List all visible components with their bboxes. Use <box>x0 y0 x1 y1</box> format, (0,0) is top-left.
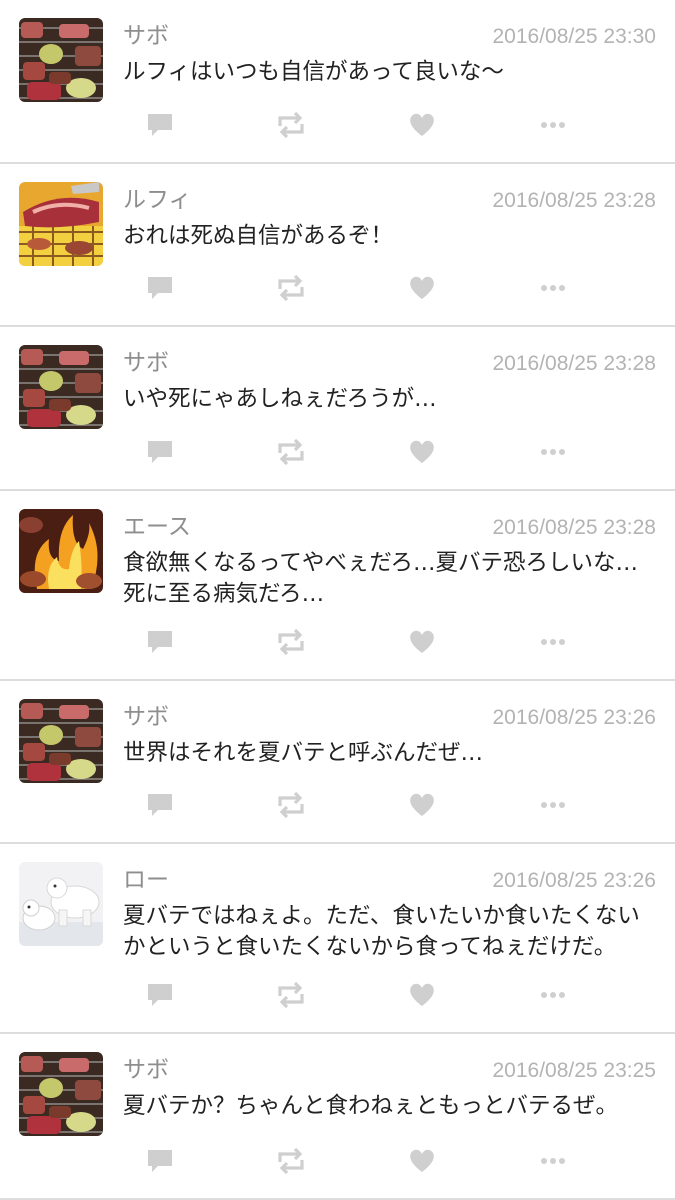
more-button[interactable] <box>533 110 573 140</box>
retweet-button[interactable] <box>271 1146 311 1176</box>
reply-button[interactable] <box>140 437 180 467</box>
avatar[interactable] <box>19 1052 103 1136</box>
tweet[interactable]: サボ 2016/08/25 23:25 夏バテか？ちゃんと食わねぇともっとバテる… <box>0 1034 675 1200</box>
retweet-icon <box>276 1148 306 1174</box>
user-name[interactable]: ロー <box>123 865 169 895</box>
retweet-button[interactable] <box>271 627 311 657</box>
like-button[interactable] <box>402 273 442 303</box>
retweet-icon <box>276 439 306 465</box>
reply-icon <box>146 792 174 818</box>
tweet-text: いや死にゃあしねぇだろうが… <box>123 386 437 412</box>
more-icon <box>540 638 566 646</box>
tweet-text: 世界はそれを夏バテと呼ぶんだぜ… <box>123 740 484 766</box>
tweet-text: 夏バテではねぇよ。ただ、食いたいか食いたくないかというと食いたくないから食ってね… <box>123 903 640 960</box>
more-icon <box>540 121 566 129</box>
action-bar <box>0 437 675 467</box>
user-name[interactable]: サボ <box>123 702 169 732</box>
more-button[interactable] <box>533 437 573 467</box>
reply-button[interactable] <box>140 273 180 303</box>
like-button[interactable] <box>402 790 442 820</box>
heart-icon <box>408 112 436 138</box>
reply-button[interactable] <box>140 110 180 140</box>
tweet[interactable]: ルフィ 2016/08/25 23:28 おれは死ぬ自信があるぞ！ <box>0 164 675 327</box>
timestamp: 2016/08/25 23:26 <box>492 706 657 729</box>
retweet-icon <box>276 112 306 138</box>
retweet-button[interactable] <box>271 437 311 467</box>
more-button[interactable] <box>533 627 573 657</box>
retweet-icon <box>276 629 306 655</box>
reply-button[interactable] <box>140 980 180 1010</box>
more-icon <box>540 991 566 999</box>
action-bar <box>0 110 675 140</box>
tweet-text: ルフィはいつも自信があって良いな〜 <box>123 59 504 85</box>
like-button[interactable] <box>402 627 442 657</box>
reply-icon <box>146 629 174 655</box>
avatar[interactable] <box>19 182 103 266</box>
tweet[interactable]: ロー 2016/08/25 23:26 夏バテではねぇよ。ただ、食いたいか食いた… <box>0 844 675 1034</box>
avatar[interactable] <box>19 345 103 429</box>
reply-button[interactable] <box>140 627 180 657</box>
more-button[interactable] <box>533 1146 573 1176</box>
action-bar <box>0 273 675 303</box>
retweet-button[interactable] <box>271 110 311 140</box>
heart-icon <box>408 275 436 301</box>
more-button[interactable] <box>533 790 573 820</box>
retweet-button[interactable] <box>271 980 311 1010</box>
like-button[interactable] <box>402 980 442 1010</box>
heart-icon <box>408 629 436 655</box>
like-button[interactable] <box>402 437 442 467</box>
avatar[interactable] <box>19 699 103 783</box>
action-bar <box>0 980 675 1010</box>
reply-button[interactable] <box>140 790 180 820</box>
action-bar <box>0 1146 675 1176</box>
reply-icon <box>146 112 174 138</box>
avatar[interactable] <box>19 862 103 946</box>
timestamp: 2016/08/25 23:28 <box>492 189 657 212</box>
more-button[interactable] <box>533 980 573 1010</box>
reply-icon <box>146 982 174 1008</box>
user-name[interactable]: ルフィ <box>123 185 192 215</box>
heart-icon <box>408 1148 436 1174</box>
timeline: サボ 2016/08/25 23:30 ルフィはいつも自信があって良いな〜 ルフ… <box>0 0 675 1200</box>
more-button[interactable] <box>533 273 573 303</box>
heart-icon <box>408 439 436 465</box>
retweet-button[interactable] <box>271 790 311 820</box>
tweet[interactable]: サボ 2016/08/25 23:26 世界はそれを夏バテと呼ぶんだぜ… <box>0 681 675 844</box>
user-name[interactable]: サボ <box>123 21 169 51</box>
heart-icon <box>408 982 436 1008</box>
reply-button[interactable] <box>140 1146 180 1176</box>
user-name[interactable]: エース <box>123 512 191 542</box>
tweet-text: 食欲無くなるってやべぇだろ…夏バテ恐ろしいな…死に至る病気だろ… <box>123 550 639 607</box>
reply-icon <box>146 439 174 465</box>
avatar[interactable] <box>19 18 103 102</box>
timestamp: 2016/08/25 23:28 <box>492 352 657 375</box>
tweet-text: おれは死ぬ自信があるぞ！ <box>123 223 394 249</box>
tweet-text: 夏バテか？ちゃんと食わねぇともっとバテるぜ。 <box>123 1093 619 1119</box>
timestamp: 2016/08/25 23:30 <box>492 25 657 48</box>
reply-icon <box>146 275 174 301</box>
more-icon <box>540 1157 566 1165</box>
more-icon <box>540 448 566 456</box>
user-name[interactable]: サボ <box>123 1055 169 1085</box>
retweet-button[interactable] <box>271 273 311 303</box>
tweet[interactable]: エース 2016/08/25 23:28 食欲無くなるってやべぇだろ…夏バテ恐ろ… <box>0 491 675 681</box>
more-icon <box>540 801 566 809</box>
user-name[interactable]: サボ <box>123 348 169 378</box>
timestamp: 2016/08/25 23:25 <box>492 1059 657 1082</box>
like-button[interactable] <box>402 110 442 140</box>
timestamp: 2016/08/25 23:28 <box>492 516 657 539</box>
more-icon <box>540 284 566 292</box>
avatar[interactable] <box>19 509 103 593</box>
reply-icon <box>146 1148 174 1174</box>
retweet-icon <box>276 792 306 818</box>
like-button[interactable] <box>402 1146 442 1176</box>
action-bar <box>0 627 675 657</box>
heart-icon <box>408 792 436 818</box>
retweet-icon <box>276 275 306 301</box>
tweet[interactable]: サボ 2016/08/25 23:28 いや死にゃあしねぇだろうが… <box>0 327 675 491</box>
retweet-icon <box>276 982 306 1008</box>
tweet[interactable]: サボ 2016/08/25 23:30 ルフィはいつも自信があって良いな〜 <box>0 0 675 164</box>
timestamp: 2016/08/25 23:26 <box>492 869 657 892</box>
action-bar <box>0 790 675 820</box>
